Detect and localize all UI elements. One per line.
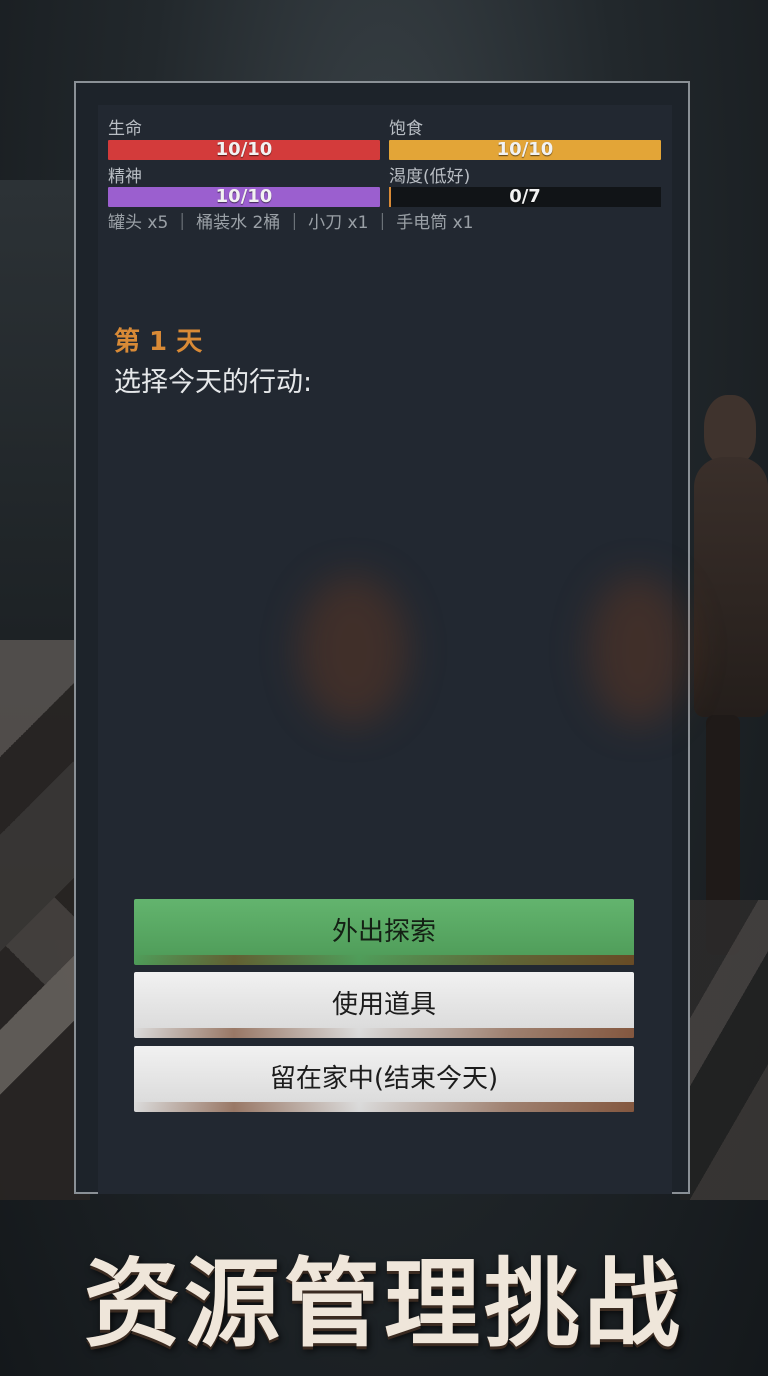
health-label: 生命 bbox=[108, 119, 142, 139]
inventory-list: 罐头 x5 ｜ 桶装水 2桶 ｜ 小刀 x1 ｜ 手电筒 x1 bbox=[108, 213, 474, 233]
background-zombie bbox=[690, 395, 768, 955]
explore-button[interactable]: 外出探索 bbox=[134, 899, 634, 965]
hunger-label: 饱食 bbox=[389, 119, 423, 139]
hunger-bar: 10/10 bbox=[389, 140, 661, 160]
thirst-bar-value: 0/7 bbox=[509, 186, 541, 207]
promo-banner-title: 资源管理挑战 bbox=[84, 1248, 684, 1360]
thirst-label: 渴度(低好) bbox=[389, 167, 471, 187]
stay-home-button[interactable]: 留在家中(结束今天) bbox=[134, 1046, 634, 1112]
spirit-bar: 10/10 bbox=[108, 187, 380, 207]
blood-stain bbox=[298, 575, 408, 725]
day-title: 第 1 天 bbox=[114, 327, 203, 357]
blood-stain bbox=[588, 575, 688, 725]
use-item-button[interactable]: 使用道具 bbox=[134, 972, 634, 1038]
health-bar: 10/10 bbox=[108, 140, 380, 160]
background-debris bbox=[680, 900, 768, 1200]
spirit-label: 精神 bbox=[108, 167, 142, 187]
action-prompt: 选择今天的行动: bbox=[114, 367, 313, 398]
